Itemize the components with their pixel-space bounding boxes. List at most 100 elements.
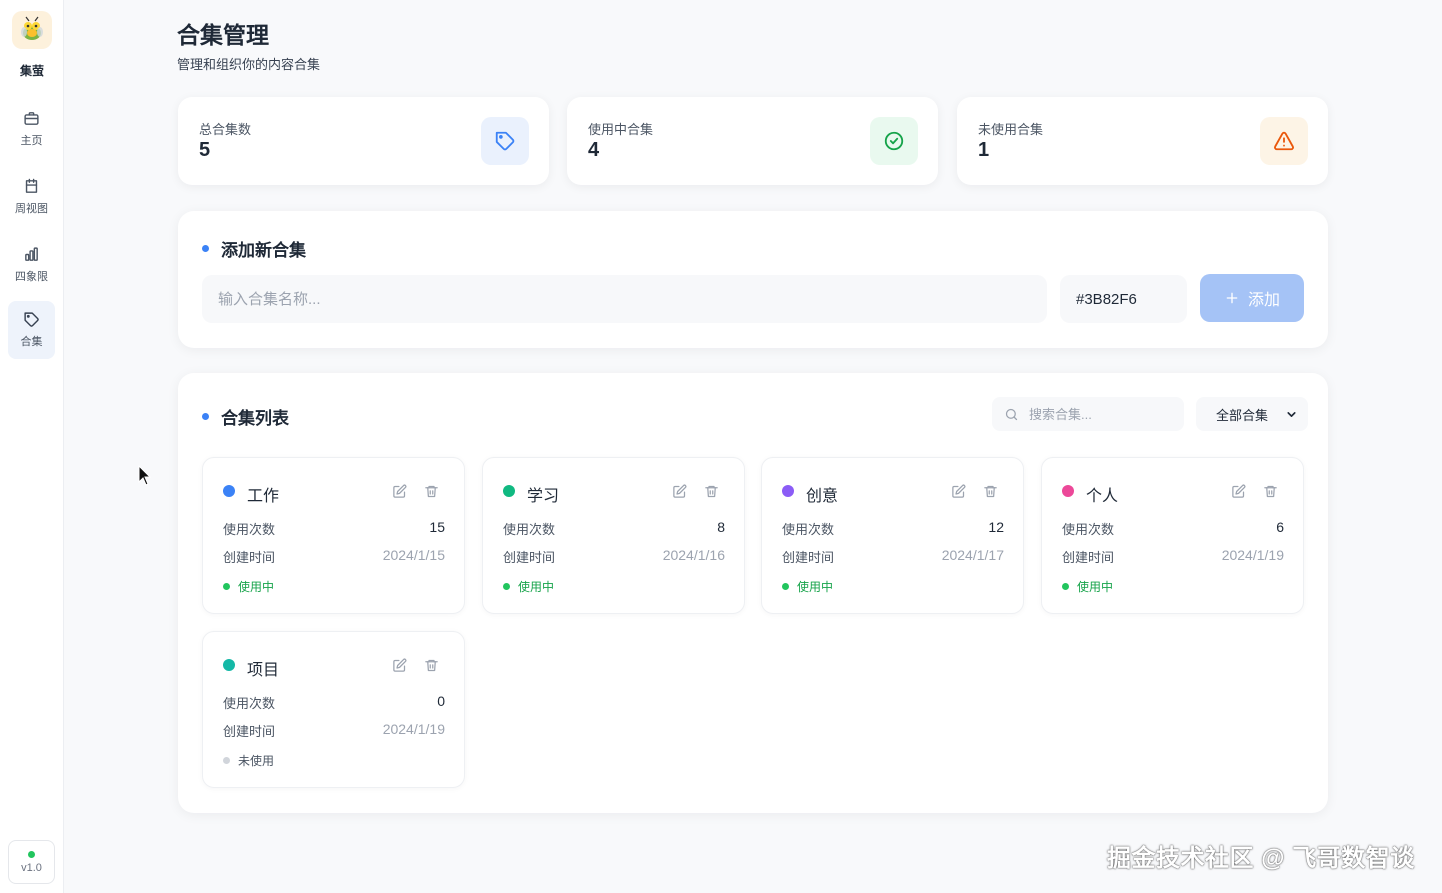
firefly-logo-icon xyxy=(21,16,43,40)
status-text: 使用中 xyxy=(797,580,834,594)
collection-name: 项目 xyxy=(247,662,280,679)
collection-color-dot xyxy=(1062,485,1074,497)
stat-icon-box xyxy=(870,117,918,165)
collection-card[interactable]: 个人 使用次数 6 创建时间 2024/1/19 使用中 xyxy=(1041,457,1304,614)
usage-value: 6 xyxy=(1276,519,1284,535)
sidebar-item-collections[interactable]: 合集 xyxy=(8,301,55,359)
stat-value: 4 xyxy=(588,139,600,161)
list-panel-title-text: 合集列表 xyxy=(221,409,289,428)
edit-icon[interactable] xyxy=(672,484,687,499)
created-value: 2024/1/19 xyxy=(1221,547,1284,563)
sidebar-item-home[interactable]: 主页 xyxy=(8,100,55,158)
stat-card-unused: 未使用合集 1 xyxy=(957,97,1328,185)
status-dot xyxy=(223,757,230,764)
created-value: 2024/1/17 xyxy=(941,547,1004,563)
collection-color-dot xyxy=(223,659,235,671)
usage-value: 12 xyxy=(988,519,1004,535)
page-title: 合集管理 xyxy=(177,22,269,48)
collection-name: 学习 xyxy=(527,488,560,505)
filter-value: 全部合集 xyxy=(1216,407,1269,423)
status-dot xyxy=(1062,583,1069,590)
status-text: 使用中 xyxy=(238,580,275,594)
trash-icon[interactable] xyxy=(983,484,998,499)
check-circle-icon xyxy=(884,131,904,151)
collection-color-dot xyxy=(503,485,515,497)
add-collection-panel: 添加新合集 #3B82F6 添加 xyxy=(178,211,1328,348)
search-box[interactable] xyxy=(992,397,1184,431)
stat-value: 1 xyxy=(978,139,990,161)
collection-color-dot xyxy=(223,485,235,497)
add-button-label: 添加 xyxy=(1247,292,1280,309)
status-dot xyxy=(782,583,789,590)
status-dot xyxy=(223,583,230,590)
list-panel-title: 合集列表 xyxy=(202,404,289,429)
trash-icon[interactable] xyxy=(1263,484,1278,499)
title-bullet xyxy=(202,245,209,252)
status-badge: 使用中 xyxy=(782,578,833,595)
trash-icon[interactable] xyxy=(424,484,439,499)
usage-label: 使用次数 xyxy=(223,696,276,711)
created-row: 创建时间 2024/1/15 xyxy=(223,547,445,566)
usage-row: 使用次数 15 xyxy=(223,519,445,538)
sidebar-item-week-view[interactable]: 周视图 xyxy=(8,168,55,226)
calendar-icon xyxy=(25,178,38,193)
online-status-dot xyxy=(28,850,35,858)
usage-value: 8 xyxy=(717,519,725,535)
status-text: 使用中 xyxy=(518,580,555,594)
collection-card[interactable]: 创意 使用次数 12 创建时间 2024/1/17 使用中 xyxy=(761,457,1024,614)
plus-icon xyxy=(1226,292,1238,304)
collection-card[interactable]: 项目 使用次数 0 创建时间 2024/1/19 未使用 xyxy=(202,631,465,788)
collection-filter-select[interactable]: 全部合集 xyxy=(1196,397,1308,431)
created-label: 创建时间 xyxy=(503,550,556,565)
created-value: 2024/1/15 xyxy=(382,547,445,563)
usage-label: 使用次数 xyxy=(223,522,276,537)
stat-label: 未使用合集 xyxy=(978,122,1044,137)
stat-icon-box xyxy=(1260,117,1308,165)
edit-icon[interactable] xyxy=(1231,484,1246,499)
title-bullet xyxy=(202,413,209,420)
stat-card-in-use: 使用中合集 4 xyxy=(567,97,938,185)
trash-icon[interactable] xyxy=(424,658,439,673)
stat-icon-box xyxy=(481,117,529,165)
collection-card[interactable]: 学习使用次数 8 创建时间 2024/1/16 使用中 xyxy=(482,457,745,614)
briefcase-icon xyxy=(24,112,39,125)
search-icon xyxy=(1005,408,1018,420)
edit-icon[interactable] xyxy=(392,484,407,499)
created-value: 2024/1/16 xyxy=(662,547,725,563)
created-row: 创建时间 2024/1/16 xyxy=(503,547,725,566)
trash-icon[interactable] xyxy=(704,484,719,499)
version-label: v1.0 xyxy=(21,861,42,874)
sidebar-item-label: 周视图 xyxy=(15,203,48,215)
stat-card-total: 总合集数 5 xyxy=(178,97,549,185)
tag-icon xyxy=(24,312,39,327)
usage-row: 使用次数 6 xyxy=(1062,519,1284,538)
collection-color-dot xyxy=(782,485,794,497)
sidebar-item-quadrant[interactable]: 四象限 xyxy=(8,236,55,294)
usage-label: 使用次数 xyxy=(503,522,556,537)
collection-card[interactable]: 工作使用次数 15 创建时间 2024/1/15 使用中 xyxy=(202,457,465,614)
usage-row: 使用次数 12 xyxy=(782,519,1004,538)
created-label: 创建时间 xyxy=(223,550,276,565)
edit-icon[interactable] xyxy=(951,484,966,499)
add-collection-button[interactable]: 添加 xyxy=(1200,274,1304,322)
created-row: 创建时间 2024/1/19 xyxy=(1062,547,1284,566)
search-input[interactable] xyxy=(1029,406,1169,422)
stat-label: 总合集数 xyxy=(199,122,252,137)
usage-value: 15 xyxy=(429,519,445,535)
chevron-down-icon xyxy=(1287,411,1296,417)
page-subtitle: 管理和组织你的内容合集 xyxy=(177,57,321,72)
app-logo[interactable] xyxy=(12,11,52,49)
usage-label: 使用次数 xyxy=(1062,522,1115,537)
collection-name: 工作 xyxy=(247,488,280,505)
status-badge: 使用中 xyxy=(503,578,554,595)
created-label: 创建时间 xyxy=(782,550,835,565)
color-hex-input[interactable]: #3B82F6 xyxy=(1060,275,1187,323)
created-row: 创建时间 2024/1/17 xyxy=(782,547,1004,566)
status-badge: 未使用 xyxy=(223,752,274,769)
collection-name-input[interactable] xyxy=(202,275,1047,323)
created-value: 2024/1/19 xyxy=(382,721,445,737)
edit-icon[interactable] xyxy=(392,658,407,673)
stat-label: 使用中合集 xyxy=(588,122,654,137)
warning-icon xyxy=(1274,131,1294,151)
created-label: 创建时间 xyxy=(223,724,276,739)
